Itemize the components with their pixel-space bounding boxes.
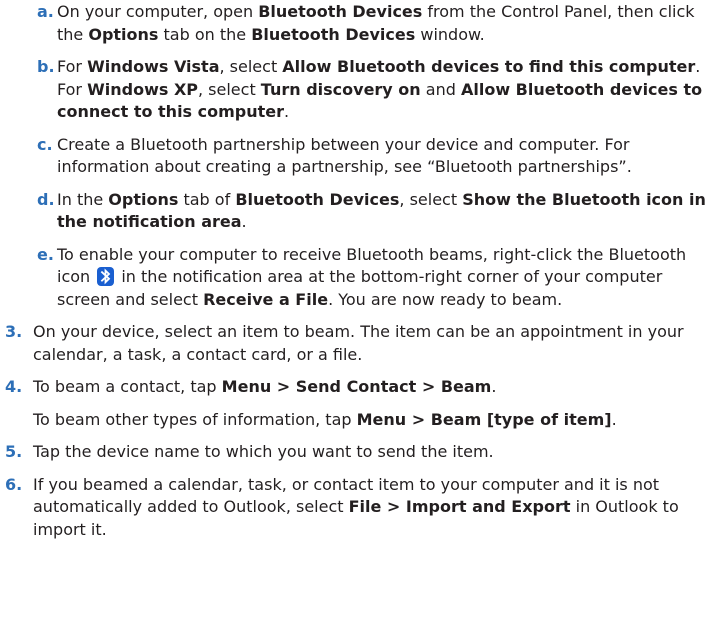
- step-3-marker: 3.: [5, 322, 23, 341]
- step-4-text: .: [611, 409, 617, 429]
- step-d-text: .: [241, 212, 247, 231]
- step-6: 6. If you beamed a calendar, task, or co…: [0, 474, 717, 542]
- step-a-bold: Bluetooth Devices: [251, 24, 416, 44]
- step-6-bold: File > Import and Export: [348, 497, 571, 516]
- step-a-text: window.: [415, 24, 485, 44]
- step-5-marker: 5.: [5, 442, 23, 461]
- step-b-vista: For Windows Vista, select Allow Bluetoot…: [57, 56, 717, 79]
- step-a-bold: Bluetooth Devices: [258, 2, 423, 21]
- step-b-text: , select: [219, 57, 283, 76]
- step-5: 5. Tap the device name to which you want…: [0, 441, 717, 464]
- step-a-bold: Options: [88, 24, 159, 44]
- step-4: 4. To beam a contact, tap Menu > Send Co…: [0, 376, 717, 431]
- step-b-text: .: [284, 102, 290, 121]
- step-6-marker: 6.: [5, 474, 23, 494]
- step-b-text: , select: [198, 79, 261, 99]
- step-4-text: To beam a contact, tap: [33, 377, 222, 396]
- step-4-contact: To beam a contact, tap Menu > Send Conta…: [33, 376, 717, 399]
- step-4-marker: 4.: [5, 377, 23, 396]
- step-b-marker: b.: [37, 57, 55, 76]
- step-4-bold: Menu > Send Contact > Beam: [221, 377, 492, 396]
- step-b-bold: Turn discovery on: [260, 79, 421, 99]
- step-3: 3. On your device, select an item to bea…: [0, 321, 717, 366]
- step-b: b. For Windows Vista, select Allow Bluet…: [0, 56, 717, 124]
- step-4-text: .: [491, 377, 497, 396]
- step-d-text: In the: [57, 189, 109, 209]
- step-b-text: For: [57, 79, 88, 99]
- step-d-marker: d.: [37, 189, 55, 209]
- step-c-marker: c.: [37, 134, 53, 154]
- step-b-bold: Allow Bluetooth devices to find this com…: [282, 57, 696, 76]
- step-a-text: tab on the: [158, 24, 252, 44]
- step-e-bold: Receive a File: [203, 289, 329, 309]
- bluetooth-icon: [97, 267, 115, 286]
- step-b-bold: Windows Vista: [87, 57, 220, 76]
- step-c-text: Create a Bluetooth partnership between y…: [57, 134, 632, 177]
- step-4-bold: Menu > Beam [type of item]: [356, 409, 612, 429]
- step-3-text: On your device, select an item to beam. …: [33, 322, 684, 364]
- step-e-marker: e.: [37, 244, 54, 264]
- step-b-bold: Windows XP: [87, 79, 198, 99]
- instruction-page: a. On your computer, open Bluetooth Devi…: [0, 0, 723, 618]
- step-d-bold: Options: [108, 189, 179, 209]
- step-a: a. On your computer, open Bluetooth Devi…: [0, 1, 717, 46]
- step-4-other: To beam other types of information, tap …: [33, 409, 717, 432]
- step-d-bold: Bluetooth Devices: [235, 189, 400, 209]
- step-d-text: tab of: [178, 189, 236, 209]
- step-d-text: , select: [399, 189, 463, 209]
- step-e-text: . You are now ready to beam.: [328, 289, 563, 309]
- step-e: e. To enable your computer to receive Bl…: [0, 244, 717, 312]
- step-4-text: To beam other types of information, tap: [33, 409, 357, 429]
- step-b-text: and: [420, 79, 461, 99]
- step-c: c. Create a Bluetooth partnership betwee…: [0, 134, 717, 179]
- step-5-text: Tap the device name to which you want to…: [33, 442, 494, 461]
- step-b-text: For: [57, 57, 88, 76]
- step-b-text: .: [695, 57, 701, 76]
- step-d: d. In the Options tab of Bluetooth Devic…: [0, 189, 717, 234]
- step-b-xp: For Windows XP, select Turn discovery on…: [57, 79, 717, 124]
- step-a-marker: a.: [37, 2, 54, 21]
- step-a-text: On your computer, open: [57, 2, 259, 21]
